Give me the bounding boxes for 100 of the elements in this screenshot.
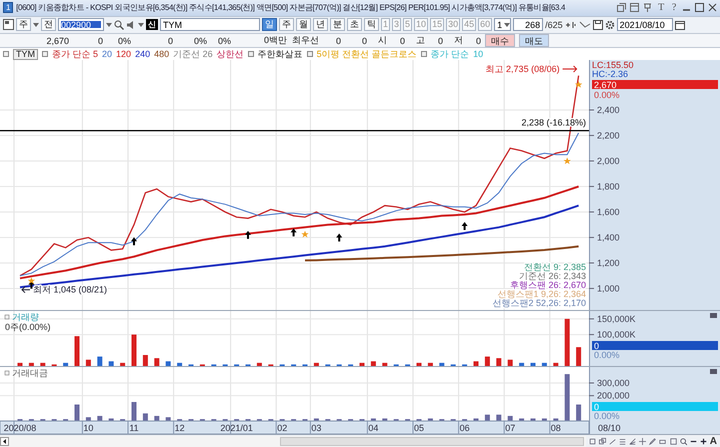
stock-name-field[interactable]: TYM <box>160 18 260 32</box>
window-icon[interactable] <box>589 436 596 446</box>
pin-icon[interactable] <box>643 3 652 12</box>
multiplier-dropdown[interactable]: 1 <box>494 18 512 32</box>
legend-label[interactable]: 주한화살표 <box>258 48 303 61</box>
period-tab[interactable]: 초 <box>347 18 362 32</box>
sell-button[interactable]: 매도 <box>519 34 549 48</box>
title-bar-button[interactable]: T <box>656 2 666 14</box>
caret-icon[interactable] <box>106 22 112 27</box>
legend-bullet-icon <box>248 51 254 58</box>
axis-tick-label: 2,200 <box>597 130 620 141</box>
volume-bar <box>74 336 80 366</box>
search-icon[interactable] <box>680 436 687 446</box>
calendar-icon[interactable] <box>674 20 685 30</box>
indicator-value: 전환선 9: 2,385 <box>524 262 586 272</box>
period-tab[interactable]: 년 <box>313 18 328 32</box>
trend-line-icon[interactable] <box>609 436 616 446</box>
title-bar-button[interactable]: ? <box>670 2 678 14</box>
panel-title: 거래량 <box>12 312 39 322</box>
close-icon[interactable] <box>708 3 717 12</box>
zoom-in-icon[interactable] <box>700 436 707 446</box>
period-tab[interactable]: 주 <box>279 18 294 32</box>
date-tick-label: 2020/08 <box>4 423 36 434</box>
pencil-icon[interactable] <box>649 436 656 446</box>
new-window-icon[interactable] <box>630 3 640 12</box>
legend-label[interactable]: 상한선 <box>216 48 244 61</box>
search-icon[interactable] <box>114 20 124 30</box>
cross-line-icon[interactable] <box>639 436 646 446</box>
date-tick-label: 08 <box>550 423 561 434</box>
legend-label[interactable]: 240 <box>135 49 150 60</box>
panel-menu-icon[interactable] <box>710 369 717 374</box>
volume-bar <box>40 363 46 366</box>
buy-button[interactable]: 매수 <box>485 34 515 48</box>
current-value-badge: 0 <box>592 341 718 352</box>
amount-bar <box>97 416 102 422</box>
stock-code-field[interactable]: 002900 <box>58 18 104 32</box>
settings-icon[interactable] <box>604 20 615 30</box>
date-tick-label: 05 <box>414 423 424 434</box>
legend-bullet-icon <box>42 51 48 58</box>
period-tab[interactable]: 월 <box>296 18 311 32</box>
fan-line-icon[interactable] <box>629 436 636 446</box>
zoom-in-chart-icon[interactable] <box>564 20 577 30</box>
date-field[interactable]: 2021/08/10 <box>616 18 673 32</box>
quote-value: 시 <box>377 34 387 48</box>
quote-value: 0백만 <box>262 34 287 48</box>
zoom-out-chart-icon[interactable] <box>578 20 591 30</box>
caret-icon[interactable] <box>33 22 39 27</box>
indicator-value: 후행스팬 26: 2,670 <box>510 280 586 290</box>
legend-label[interactable]: 기준선 26 <box>173 48 213 61</box>
legend-label[interactable]: TYM <box>13 48 38 60</box>
axis-tick-label: 1,200 <box>597 258 620 268</box>
fibonacci-icon[interactable] <box>619 436 626 446</box>
axis-tick-label: 300,000 <box>597 378 630 388</box>
caret-icon[interactable] <box>138 22 144 27</box>
date-tick-label: 11 <box>129 423 139 434</box>
change-percent: 0.00% <box>594 90 620 100</box>
speaker-icon[interactable] <box>126 20 136 30</box>
volume-bar <box>18 363 22 366</box>
text-tool-button[interactable]: A <box>710 436 717 447</box>
save-icon[interactable] <box>592 20 603 30</box>
volume-bar <box>28 363 34 366</box>
date-tick-label: 12 <box>174 423 185 434</box>
restore-window-icon[interactable] <box>617 3 626 12</box>
app-number-badge: 1 <box>3 2 14 14</box>
quote-value: 저 <box>453 34 463 48</box>
layout-icon[interactable] <box>3 19 14 30</box>
volume-bar <box>108 362 114 366</box>
prev-button[interactable]: 전 <box>41 18 56 32</box>
period-tab[interactable]: 틱 <box>364 18 379 32</box>
count-field[interactable]: 268 <box>513 18 544 32</box>
scrollbar-thumb[interactable] <box>280 436 584 446</box>
market-button[interactable]: 주 <box>16 18 31 32</box>
legend-label[interactable]: 480 <box>154 49 170 60</box>
axis-tick-label: 1,400 <box>597 232 620 243</box>
volume-bar <box>576 347 582 366</box>
volume-bar <box>166 362 171 366</box>
panel-menu-icon[interactable] <box>710 313 717 318</box>
legend-bullet-icon <box>420 51 427 58</box>
copy-icon[interactable] <box>599 436 606 446</box>
volume-bar <box>154 358 160 366</box>
legend-label[interactable]: 120 <box>116 49 132 60</box>
axis-tick-label: 1,600 <box>597 207 620 218</box>
high-price-label: 최고 2,735 (08/06) <box>486 64 560 74</box>
maximize-icon[interactable] <box>695 3 704 12</box>
legend-label[interactable]: 20 <box>102 49 112 60</box>
scroll-left-icon[interactable] <box>0 436 9 446</box>
legend-label[interactable]: 종가 단순 5 <box>52 48 98 61</box>
date-tick-label: 06 <box>460 423 470 434</box>
volume-bar <box>63 363 68 366</box>
note-icon[interactable] <box>670 436 677 446</box>
period-tab[interactable]: 분 <box>330 18 345 32</box>
panel-title: 거래대금 <box>12 368 48 378</box>
current-value-badge: 0 <box>592 402 718 412</box>
amount-bar <box>564 374 570 422</box>
period-tab[interactable]: 일 <box>262 18 277 32</box>
axis-tick-label: 1,800 <box>597 182 620 192</box>
quote-value: 고 <box>415 34 425 48</box>
quote-value: 0 <box>398 36 405 46</box>
legend-bullet-icon <box>306 51 313 58</box>
amount-bar <box>496 414 502 422</box>
